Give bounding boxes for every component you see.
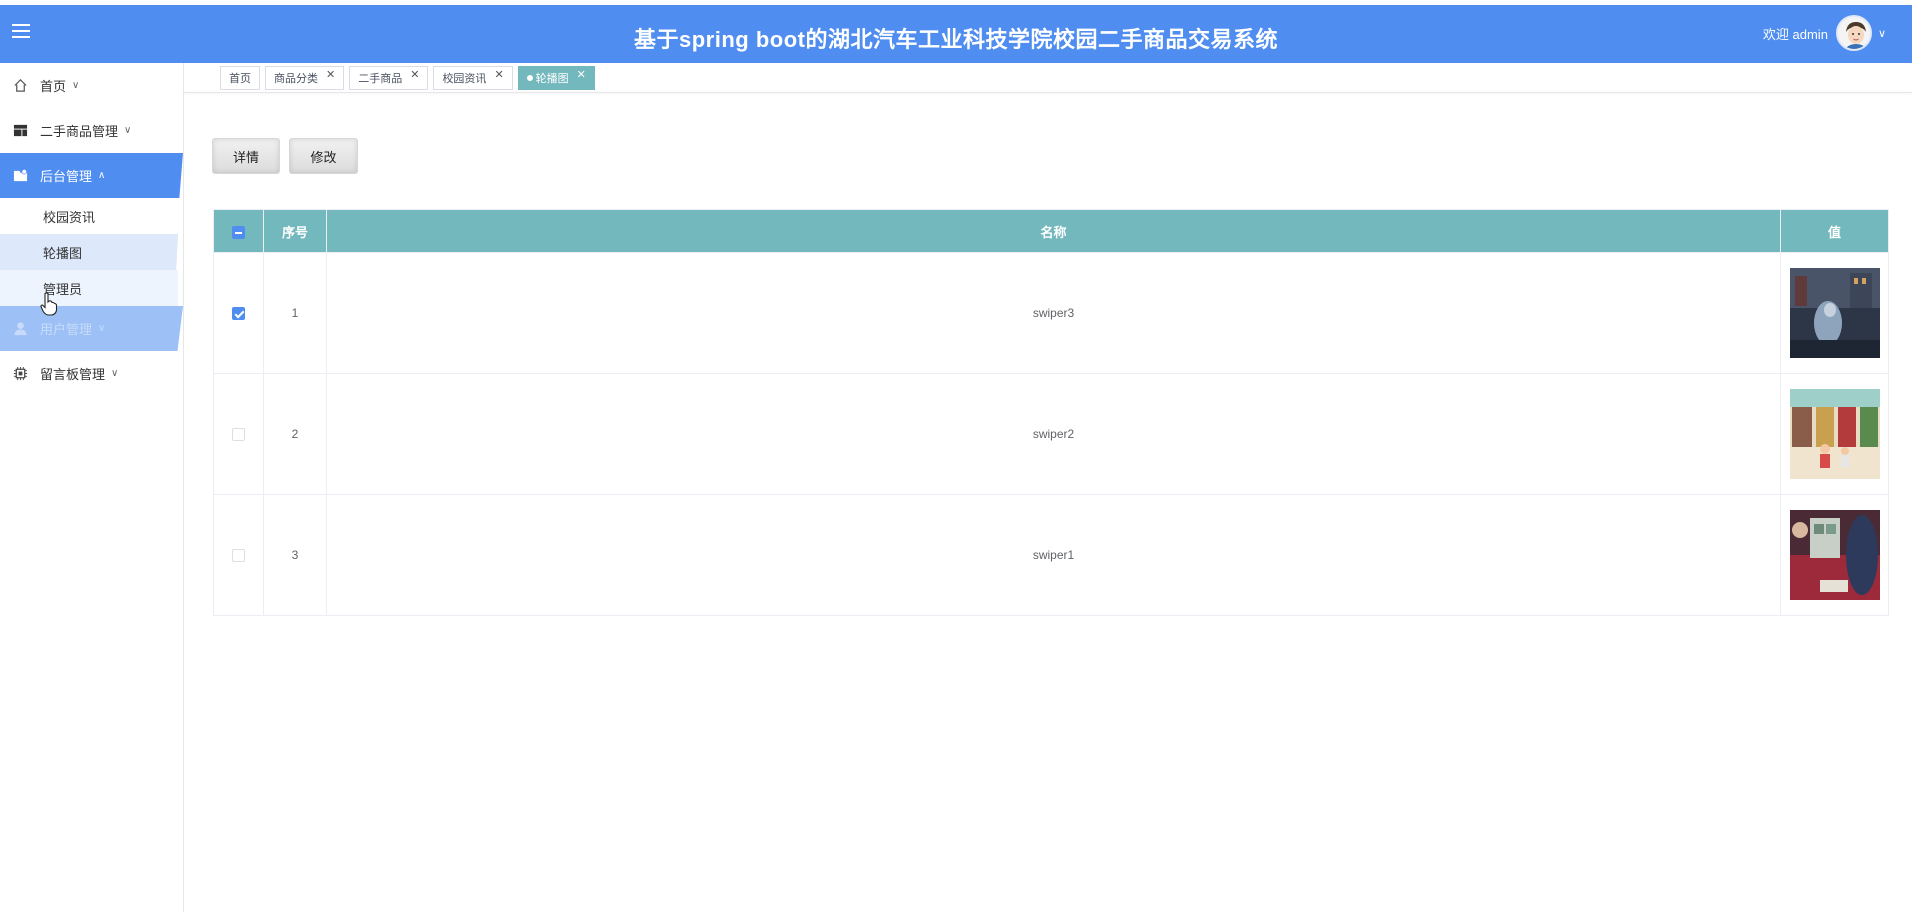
sidebar: 首页 ∨ 二手商品管理 ∨ 后台管理 ∧ 校园资讯 轮播图 管理员 用户管理 ∨… [0, 63, 184, 912]
row-value-cell [1780, 252, 1889, 374]
row-name: swiper2 [326, 373, 1781, 495]
sidebar-item-label: 留言板管理 [40, 367, 106, 382]
sidebar-item-home[interactable]: 首页 ∨ [0, 63, 183, 108]
chevron-down-icon: ∨ [72, 80, 80, 91]
table-row[interactable]: 1 swiper3 [213, 252, 1889, 374]
sidebar-item-goods-management[interactable]: 二手商品管理 ∨ [0, 108, 183, 153]
top-header: 基于spring boot的湖北汽车工业科技学院校园二手商品交易系统 欢迎 ad… [0, 5, 1912, 63]
tab-label: 轮播图 [535, 73, 569, 85]
sidebar-subitem-news[interactable]: 校园资讯 [0, 198, 178, 234]
sidebar-item-label: 后台管理 [40, 169, 93, 184]
close-icon[interactable]: ✕ [494, 68, 503, 81]
chevron-down-icon: ∨ [111, 368, 119, 379]
sidebar-item-label: 二手商品管理 [40, 124, 119, 139]
hand-cursor-icon [40, 292, 58, 316]
tab-home[interactable]: 首页 [220, 66, 260, 90]
chevron-down-icon[interactable]: ∨ [1878, 27, 1886, 40]
chevron-down-icon: ∨ [98, 323, 106, 334]
row-index: 2 [263, 373, 327, 495]
header-value: 值 [1780, 209, 1889, 253]
table-header-row: 序号 名称 值 [213, 209, 1889, 253]
user-menu[interactable]: 欢迎 admin ∨ [1763, 14, 1886, 52]
select-all-checkbox[interactable] [232, 225, 245, 239]
avatar[interactable] [1835, 15, 1872, 51]
sidebar-subitem-administrator[interactable]: 管理员 [0, 270, 178, 306]
close-icon[interactable]: ✕ [577, 68, 586, 81]
chevron-up-icon: ∧ [98, 170, 106, 181]
row-name: swiper3 [326, 252, 1781, 374]
edit-button[interactable]: 修改 [289, 138, 358, 174]
row-checkbox-cell [213, 252, 264, 374]
sidebar-item-label: 首页 [40, 79, 67, 94]
user-icon [12, 321, 28, 337]
swiper-thumbnail[interactable] [1789, 510, 1880, 600]
tab-label: 商品分类 [274, 73, 318, 85]
layout-icon [12, 123, 28, 139]
tab-label: 首页 [229, 73, 251, 85]
row-value-cell [1780, 373, 1889, 495]
active-dot-icon [526, 75, 533, 81]
folder-icon [12, 168, 28, 184]
tab-news[interactable]: 校园资讯 ✕ [433, 66, 513, 90]
row-checkbox[interactable] [232, 307, 245, 321]
row-name: swiper1 [326, 494, 1781, 616]
swiper-thumbnail[interactable] [1789, 268, 1880, 358]
swiper-thumbnail[interactable] [1789, 389, 1880, 479]
tab-carousel[interactable]: 轮播图 ✕ [517, 66, 595, 90]
sidebar-item-message-board[interactable]: 留言板管理 ∨ [0, 351, 183, 396]
detail-button[interactable]: 详情 [212, 138, 280, 174]
close-icon[interactable]: ✕ [326, 68, 335, 81]
header-name: 名称 [326, 209, 1781, 253]
header-index: 序号 [263, 209, 327, 253]
sidebar-subitem-carousel[interactable]: 轮播图 [0, 234, 178, 270]
sidebar-item-label: 用户管理 [40, 322, 93, 337]
row-checkbox-cell [213, 373, 264, 495]
sidebar-subitem-label: 轮播图 [43, 245, 83, 261]
tab-label: 校园资讯 [442, 73, 487, 85]
row-value-cell [1780, 494, 1889, 616]
page-title: 基于spring boot的湖北汽车工业科技学院校园二手商品交易系统 [634, 27, 1278, 52]
select-all-header[interactable] [213, 209, 264, 253]
close-icon[interactable]: ✕ [410, 68, 419, 81]
row-index: 1 [263, 252, 327, 374]
table-row[interactable]: 3 swiper1 [213, 494, 1889, 616]
sidebar-item-users[interactable]: 用户管理 ∨ [0, 306, 183, 351]
chip-icon [12, 366, 28, 382]
tab-category[interactable]: 商品分类 ✕ [265, 66, 345, 90]
tab-label: 二手商品 [358, 73, 403, 85]
home-icon [12, 78, 28, 94]
row-checkbox-cell [213, 494, 264, 616]
welcome-text: 欢迎 admin [1762, 26, 1828, 42]
tab-divider [184, 92, 1912, 93]
row-checkbox[interactable] [232, 428, 245, 442]
data-table: 序号 名称 值 1 swiper3 2 swiper2 3 swiper1 [213, 209, 1889, 616]
sidebar-item-admin[interactable]: 后台管理 ∧ [0, 153, 183, 198]
tab-goods[interactable]: 二手商品 ✕ [349, 66, 429, 90]
tab-bar: 首页 商品分类 ✕ 二手商品 ✕ 校园资讯 ✕ 轮播图 ✕ [220, 66, 600, 90]
table-row[interactable]: 2 swiper2 [213, 373, 1889, 495]
sidebar-subitem-label: 校园资讯 [43, 209, 96, 225]
chevron-down-icon: ∨ [124, 125, 132, 136]
row-index: 3 [263, 494, 327, 616]
row-checkbox[interactable] [232, 549, 245, 563]
